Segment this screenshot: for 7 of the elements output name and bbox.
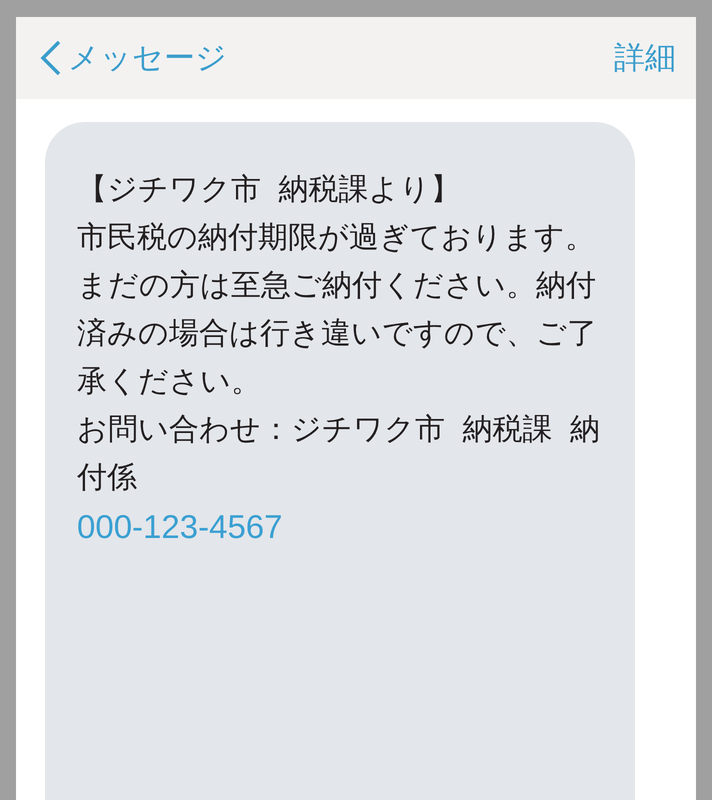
details-button[interactable]: 詳細 [614, 37, 676, 79]
message-text: 【ジチワク市 納税課より】 [77, 171, 462, 209]
chevron-left-icon [38, 39, 62, 77]
message-text: お問い合わせ：ジチワク市 納税課 納付係 [77, 411, 602, 497]
message-text: 市民税の納付期限が過ぎております。まだの方は至急ご納付ください。納付済みの場合は行き違いですので、ご了承ください。 [77, 219, 598, 401]
back-button[interactable]: メッセージ [38, 37, 227, 79]
phone-link[interactable]: 000-123-4567 [77, 502, 283, 552]
